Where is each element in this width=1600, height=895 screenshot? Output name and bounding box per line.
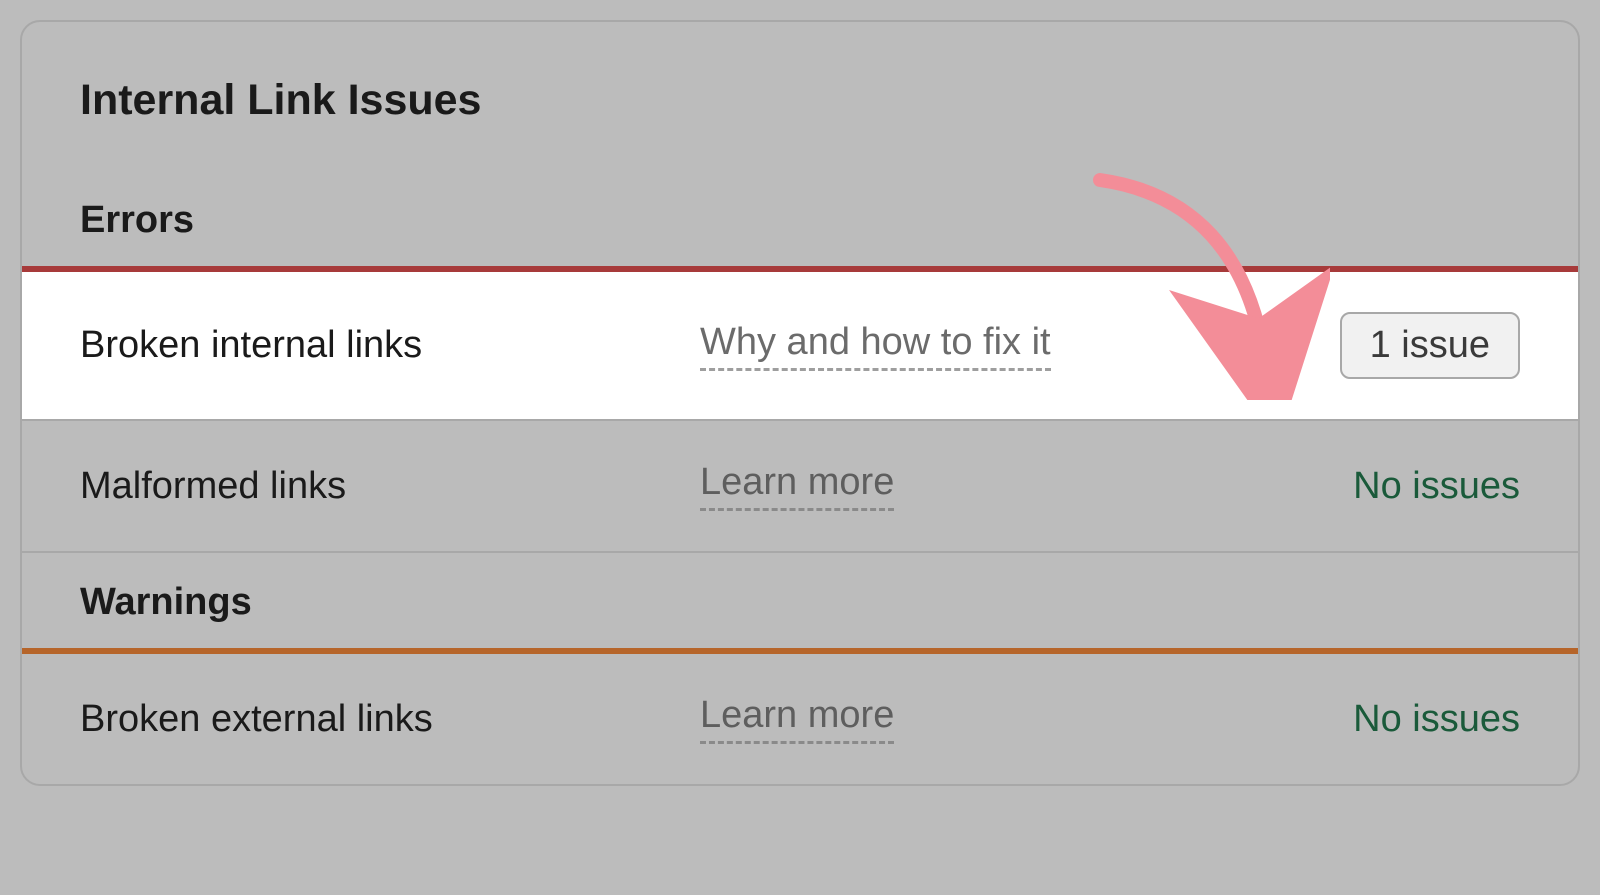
warnings-heading: Warnings [22, 553, 1578, 648]
errors-heading: Errors [22, 171, 1578, 266]
panel-title: Internal Link Issues [22, 22, 1578, 171]
help-link-learn-more[interactable]: Learn more [700, 694, 894, 744]
issue-name: Broken external links [80, 698, 680, 741]
issue-count-badge[interactable]: 1 issue [1340, 312, 1520, 379]
issue-name: Malformed links [80, 465, 680, 508]
issue-row-broken-external-links[interactable]: Broken external links Learn more No issu… [22, 654, 1578, 784]
no-issues-label: No issues [1353, 698, 1520, 741]
issue-name: Broken internal links [80, 324, 680, 367]
help-link-learn-more[interactable]: Learn more [700, 461, 894, 511]
issue-row-broken-internal-links[interactable]: Broken internal links Why and how to fix… [22, 272, 1578, 419]
internal-link-issues-panel: Internal Link Issues Errors Broken inter… [20, 20, 1580, 786]
help-link-why-how-fix[interactable]: Why and how to fix it [700, 321, 1051, 371]
issue-row-malformed-links[interactable]: Malformed links Learn more No issues [22, 421, 1578, 551]
no-issues-label: No issues [1353, 465, 1520, 508]
